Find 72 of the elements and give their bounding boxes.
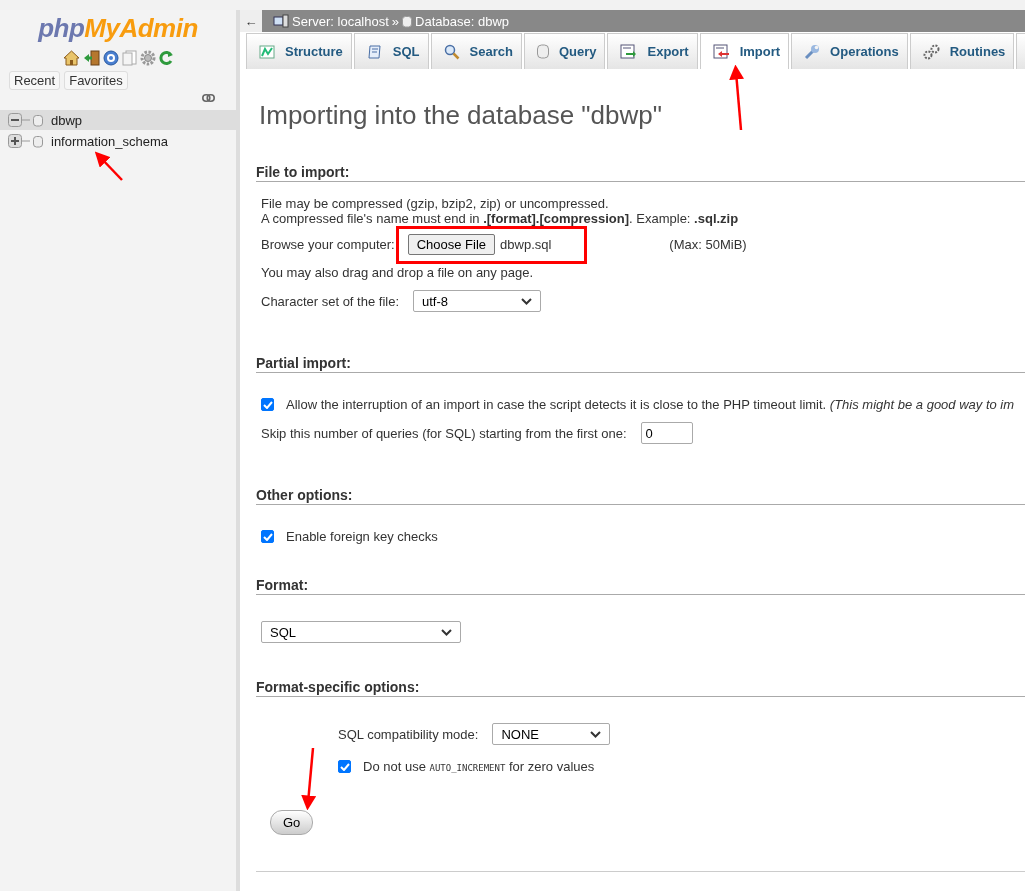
database-icon [33,113,43,127]
database-link[interactable]: Database: dbwp [415,13,509,29]
reload-icon[interactable] [158,50,174,66]
server-icon [273,14,289,28]
chevron-icon [521,297,532,305]
expand-icon[interactable] [8,134,30,148]
drag-drop-note: You may also drag and drop a file on any page. [261,265,534,280]
database-name: information_schema [51,133,169,149]
tab[interactable]: Routines [909,33,1015,69]
charset-select[interactable]: utf-8 [413,290,541,312]
home-icon[interactable] [62,50,80,66]
skip-queries-label: Skip this number of queries (for SQL) starting from the first one: [261,425,627,441]
search-icon [443,43,460,60]
database-tree-item[interactable]: information_schema [0,131,236,151]
link-icon[interactable] [202,94,215,102]
tab[interactable]: Search [430,33,522,69]
checkbox-label: Allow the interruption of an import in case the script detects it is close to the PHP timeout limit. (This might be a good way to im [286,397,1015,412]
tab[interactable]: SQL [353,33,429,69]
tab[interactable]: Export [607,33,698,69]
skip-queries-field[interactable]: 0 [640,422,693,444]
chevron-icon [590,730,602,738]
chevron-icon [441,628,452,636]
logo[interactable]: phpMyAdmin [38,14,198,42]
compatibility-select[interactable]: NONE [492,723,611,745]
file-name: dbwp.sql [500,237,552,252]
checkbox[interactable] [261,398,274,411]
server-link[interactable]: Server: localhost [292,13,389,29]
browse-label: Browse your computer: [261,237,395,252]
database-tree-item[interactable]: dbwp [0,110,236,130]
compatibility-label: SQL compatibility mode: [338,726,479,742]
choose-file-button[interactable]: Choose File [407,234,496,255]
wrench-icon [804,43,821,60]
format-select[interactable]: SQL [261,621,461,643]
nav-button[interactable]: Recent [9,71,61,90]
nav-button[interactable]: Favorites [64,71,128,90]
checkbox-label: Enable foreign key checks [286,529,438,544]
compression-note: A compressed file's name must end in .[format].[compression]. Example: .sql.zip [261,211,740,226]
settings-icon[interactable] [139,50,156,66]
compression-note: File may be compressed (gzip, bzip2, zip) or uncompressed. [261,196,610,211]
import-icon [712,44,730,59]
database-name: dbwp [51,112,83,128]
export-icon [620,44,638,59]
tab[interactable]: Query [523,33,606,69]
structure-icon [259,43,275,60]
page-heading: Importing into the database "dbwp" [259,100,663,130]
checkbox[interactable] [261,530,274,543]
annotation-arrow [301,747,317,811]
database-icon [536,44,549,59]
annotation-arrow [94,151,123,181]
charset-label: Character set of the file: [261,293,399,309]
section-heading: Other options: [256,487,1025,505]
scroll-icon [366,43,383,60]
section-heading: Partial import: [256,355,1025,373]
breadcrumb-separator: » [391,13,400,29]
help-icon[interactable] [102,50,119,66]
database-icon [33,134,43,148]
checkbox[interactable] [338,760,351,773]
exit-door-icon[interactable] [82,50,100,66]
section-heading: Format-specific options: [256,679,1025,697]
tab[interactable]: Structure [246,33,352,69]
tab[interactable]: Operations [791,33,908,69]
max-size: (Max: 50MiB) [669,237,747,252]
back-button[interactable]: ← [240,10,262,32]
tab[interactable]: Import [699,33,790,69]
section-heading: File to import: [256,164,1025,182]
go-button[interactable]: Go [270,810,314,835]
collapse-icon[interactable] [8,113,30,127]
checkbox-label: Do not use AUTO_INCREMENT for zero values [363,759,595,774]
gears-icon [922,43,940,60]
section-heading: Format: [256,577,1025,595]
database-icon [402,14,413,28]
annotation-arrow [729,64,745,131]
